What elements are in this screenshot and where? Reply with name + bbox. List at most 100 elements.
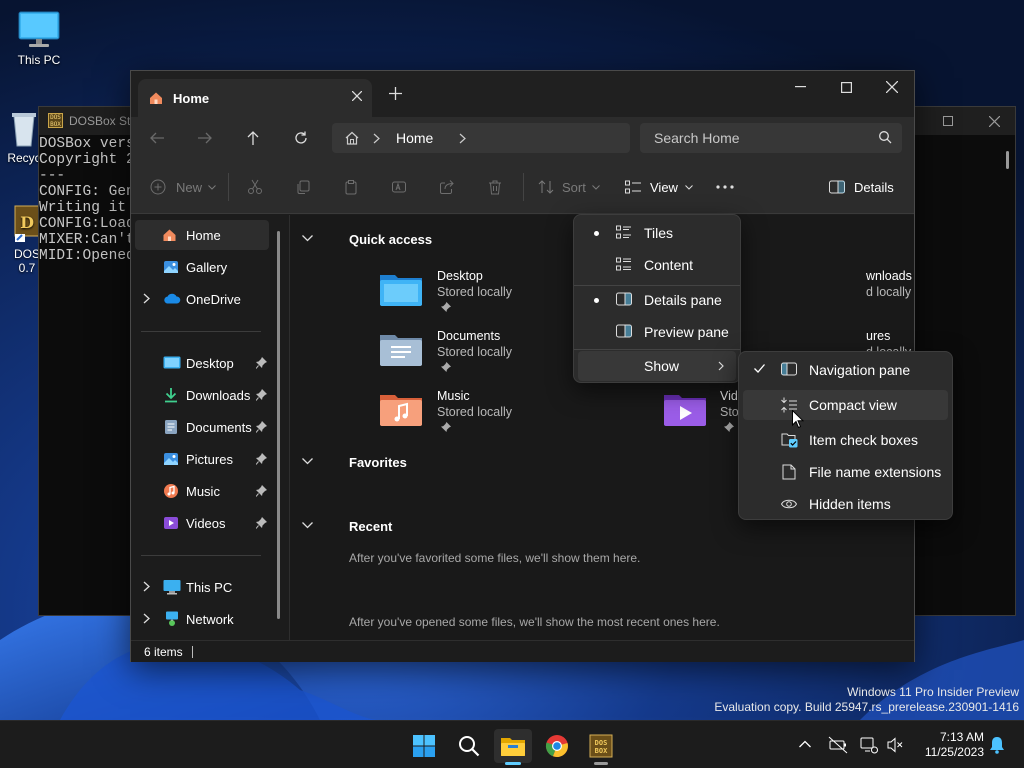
pin-icon[interactable] bbox=[256, 389, 267, 401]
nav-item-onedrive[interactable]: OneDrive bbox=[135, 284, 269, 314]
network-display-icon[interactable] bbox=[860, 736, 878, 754]
show-item-file-name-extensions[interactable]: File name extensions bbox=[743, 457, 948, 487]
view-menu-item-preview-pane[interactable]: Preview pane bbox=[578, 317, 736, 347]
search-box[interactable]: Search Home bbox=[640, 123, 902, 153]
dosbox-icon: D bbox=[14, 205, 40, 242]
recent-empty-text: After you've opened some files, we'll sh… bbox=[349, 615, 720, 629]
address-bar[interactable]: Home bbox=[332, 123, 630, 153]
taskbar-search-button[interactable] bbox=[450, 729, 488, 763]
scissors-icon bbox=[248, 179, 262, 194]
chevron-right-icon[interactable] bbox=[459, 133, 467, 144]
svg-text:BOX: BOX bbox=[595, 747, 608, 755]
desktop-icon-this-pc[interactable]: This PC bbox=[12, 10, 66, 67]
rename-button[interactable] bbox=[391, 175, 407, 199]
dosbox-title: DOSBox Sta bbox=[69, 114, 138, 128]
pin-icon[interactable] bbox=[256, 453, 267, 465]
taskbar: DOS BOX 7:13 AM 11/25/2023 bbox=[0, 720, 1024, 768]
nav-item-videos[interactable]: Videos bbox=[135, 508, 269, 538]
chevron-down-icon[interactable] bbox=[302, 458, 313, 465]
taskbar-dosbox[interactable]: DOS BOX bbox=[582, 729, 620, 765]
refresh-button[interactable] bbox=[286, 125, 316, 151]
cut-button[interactable] bbox=[247, 175, 263, 199]
chevron-down-icon[interactable] bbox=[302, 522, 313, 529]
item-name: wnloads bbox=[866, 269, 912, 283]
volume-muted-icon[interactable] bbox=[886, 736, 904, 754]
show-item-hidden-items[interactable]: Hidden items bbox=[743, 489, 948, 519]
taskbar-chrome[interactable] bbox=[538, 729, 576, 763]
battery-off-icon[interactable] bbox=[828, 736, 848, 754]
item-name: Desktop bbox=[437, 269, 483, 283]
chevron-right-icon[interactable] bbox=[143, 581, 150, 592]
nav-item-music[interactable]: Music bbox=[135, 476, 269, 506]
new-tab-button[interactable] bbox=[389, 84, 402, 105]
file-explorer-icon bbox=[501, 738, 525, 756]
dosbox-close-button[interactable] bbox=[971, 107, 1017, 135]
up-button[interactable] bbox=[238, 125, 268, 151]
chevron-right-icon[interactable] bbox=[143, 293, 150, 304]
close-window-button[interactable] bbox=[869, 71, 915, 103]
tab-close-button[interactable] bbox=[351, 88, 363, 104]
pin-icon[interactable] bbox=[256, 421, 267, 433]
forward-button[interactable] bbox=[190, 125, 220, 151]
show-item-navigation-pane[interactable]: Navigation pane bbox=[743, 355, 948, 385]
nav-item-this-pc[interactable]: This PC bbox=[135, 572, 269, 602]
dosbox-scrollbar[interactable] bbox=[1006, 151, 1009, 169]
view-menu-item-show[interactable]: Show bbox=[578, 351, 736, 381]
view-menu-item-content[interactable]: Content bbox=[578, 250, 736, 280]
quick-access-item-music[interactable]: Music Stored locally bbox=[379, 389, 629, 445]
chevron-right-icon[interactable] bbox=[373, 133, 380, 144]
section-quick-access[interactable]: Quick access bbox=[302, 232, 432, 247]
nav-item-gallery[interactable]: Gallery bbox=[135, 252, 269, 282]
more-options-button[interactable] bbox=[716, 175, 734, 199]
pin-icon[interactable] bbox=[256, 357, 267, 369]
quick-access-item-downloads[interactable]: wnloads d locally bbox=[800, 269, 920, 325]
view-button[interactable]: View bbox=[625, 175, 693, 199]
details-button[interactable]: Details bbox=[829, 175, 894, 199]
nav-scrollbar[interactable] bbox=[277, 231, 280, 619]
share-button[interactable] bbox=[439, 175, 455, 199]
back-button[interactable] bbox=[142, 125, 172, 151]
chevron-right-icon[interactable] bbox=[143, 613, 150, 624]
show-item-item-check-boxes[interactable]: Item check boxes bbox=[743, 425, 948, 455]
status-divider bbox=[192, 646, 193, 658]
pin-icon[interactable] bbox=[256, 485, 267, 497]
nav-item-desktop[interactable]: Desktop bbox=[135, 348, 269, 378]
svg-text:DOS: DOS bbox=[595, 739, 608, 747]
details-pane-icon bbox=[616, 292, 632, 306]
sort-icon bbox=[538, 180, 554, 194]
chevron-down-icon[interactable] bbox=[302, 235, 313, 242]
section-recent[interactable]: Recent bbox=[302, 519, 392, 534]
notification-bell-icon[interactable] bbox=[989, 736, 1005, 754]
chevron-up-icon[interactable] bbox=[799, 740, 811, 748]
minimize-button[interactable] bbox=[777, 71, 823, 103]
watermark-line-1: Windows 11 Pro Insider Preview bbox=[847, 685, 1019, 699]
nav-item-home[interactable]: Home bbox=[135, 220, 269, 250]
paste-button[interactable] bbox=[343, 175, 359, 199]
copy-button[interactable] bbox=[295, 175, 311, 199]
tab-home[interactable]: Home bbox=[138, 79, 372, 117]
windows-watermark: Windows 11 Pro Insider Preview Evaluatio… bbox=[714, 685, 1019, 715]
breadcrumb-home[interactable]: Home bbox=[396, 130, 433, 146]
delete-button[interactable] bbox=[487, 175, 503, 199]
show-item-compact-view[interactable]: Compact view bbox=[743, 390, 948, 420]
dosbox-maximize-button[interactable] bbox=[925, 107, 971, 135]
maximize-button[interactable] bbox=[823, 71, 869, 103]
new-button[interactable]: New bbox=[150, 175, 216, 199]
item-subtitle: Sto bbox=[720, 405, 739, 419]
sort-button[interactable]: Sort bbox=[538, 175, 600, 199]
start-button[interactable] bbox=[405, 729, 443, 763]
videos-icon bbox=[164, 517, 178, 529]
pin-icon[interactable] bbox=[256, 517, 267, 529]
view-menu-item-tiles[interactable]: Tiles bbox=[578, 218, 736, 248]
view-menu-item-details-pane[interactable]: Details pane bbox=[578, 285, 736, 315]
section-favorites[interactable]: Favorites bbox=[302, 455, 407, 470]
nav-item-pictures[interactable]: Pictures bbox=[135, 444, 269, 474]
music-folder-icon bbox=[380, 395, 422, 426]
system-clock[interactable]: 7:13 AM 11/25/2023 bbox=[912, 730, 984, 760]
taskbar-file-explorer[interactable] bbox=[494, 729, 532, 765]
nav-item-network[interactable]: Network bbox=[135, 604, 269, 634]
minimize-icon bbox=[794, 86, 806, 88]
details-pane-icon bbox=[829, 180, 845, 194]
nav-item-documents[interactable]: Documents bbox=[135, 412, 269, 442]
nav-item-downloads[interactable]: Downloads bbox=[135, 380, 269, 410]
